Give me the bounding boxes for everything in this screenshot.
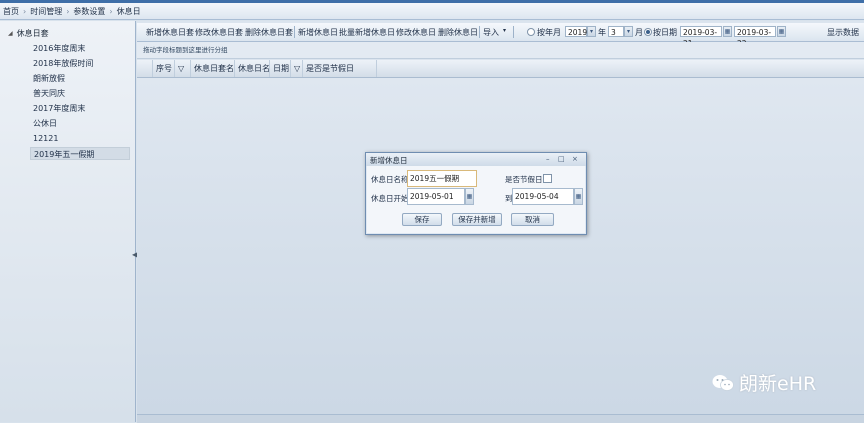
breadcrumb-time-management[interactable]: 时间管理 [30,6,62,17]
rest-day-name-input[interactable]: 2019五一假期 [407,170,477,187]
breadcrumb-separator: › [23,6,27,16]
name-label: 休息日名称 [371,175,409,184]
date-to-input[interactable]: 2019-03-22 [734,26,776,48]
batch-add-rest-day-button[interactable]: 批量新增休息日 [339,27,395,38]
breadcrumb: 首页 › 时间管理 › 参数设置 › 休息日 [0,3,864,20]
toolbar-divider [513,26,514,38]
filter-icon[interactable]: ▽ [175,60,191,77]
end-date-input[interactable]: 2019-05-04 [512,188,574,205]
year-spinner[interactable]: ▾ [587,26,596,37]
calendar-icon[interactable]: ▦ [574,188,583,205]
toolbar-divider [479,26,480,38]
year-unit: 年 [598,28,606,37]
minimize-icon[interactable]: – [546,155,550,163]
calendar-icon[interactable]: ▦ [465,188,474,205]
column-header[interactable]: 序号 [153,60,175,77]
by-date-radio[interactable] [644,28,652,36]
month-unit: 月 [635,28,643,37]
column-header[interactable]: 日期 [270,60,291,77]
by-date-label: 按日期 [653,28,677,37]
breadcrumb-separator: › [66,6,70,16]
wechat-logo-icon [712,374,734,391]
by-month-radio[interactable] [527,28,535,36]
toolbar: 新增休息日套 修改休息日套 删除休息日套 新增休息日 批量新增休息日 修改休息日… [137,23,864,48]
close-icon[interactable]: × [572,155,578,163]
start-label: 休息日开始 [371,194,409,203]
holiday-label: 是否节假日 [505,175,543,184]
maximize-icon[interactable]: □ [558,155,565,163]
calendar-icon[interactable]: ▦ [723,26,732,37]
delete-rest-day-button[interactable]: 删除休息日 [438,27,478,38]
delete-rest-set-button[interactable]: 删除休息日套 [245,27,293,38]
tree-item[interactable]: 普天同庆 [30,87,130,100]
holiday-checkbox[interactable] [543,174,552,183]
import-dropdown-icon[interactable]: ▾ [503,27,506,34]
tree-root-label: 休息日套 [16,29,49,38]
grid-spacer [137,60,153,77]
breadcrumb-separator: › [109,6,113,16]
tree-item[interactable]: 2018年放假时间 [30,57,130,70]
breadcrumb-parameter-settings[interactable]: 参数设置 [73,6,105,17]
date-from-input[interactable]: 2019-03-21 [680,26,722,48]
year-input[interactable]: 2019 [565,26,587,37]
start-date-input[interactable]: 2019-05-01 [407,188,465,205]
tree-item-selected[interactable]: 2019年五一假期 [30,147,130,160]
toolbar-divider [294,26,295,38]
watermark: 朗新eHR [712,369,816,396]
add-rest-day-button[interactable]: 新增休息日 [298,27,338,38]
save-and-new-button[interactable]: 保存并新增 [452,213,502,226]
month-spinner[interactable]: ▾ [624,26,633,37]
month-input[interactable]: 3 [608,26,624,37]
grid-body [137,78,864,414]
watermark-text: 朗新eHR [739,373,817,395]
save-button[interactable]: 保存 [402,213,442,226]
tree-root[interactable]: ◢ 休息日套 [8,28,49,39]
show-data-button[interactable]: 显示数据 [827,27,859,38]
dialog-title: 新增休息日 [370,156,408,165]
sidebar-tree: ◢ 休息日套 2016年度周末 2018年放假时间 朗新放假 普天同庆 2017… [0,21,138,422]
tree-item[interactable]: 公休日 [30,117,130,130]
column-header[interactable]: 是否是节假日 [303,60,377,77]
tree-item[interactable]: 朗新放假 [30,72,130,85]
group-by-hint[interactable]: 拖动字段标题到这里进行分组 [137,42,864,59]
edit-rest-day-button[interactable]: 修改休息日 [396,27,436,38]
import-button[interactable]: 导入 [483,27,499,38]
add-rest-set-button[interactable]: 新增休息日套 [146,27,194,38]
breadcrumb-current: 休息日 [116,6,141,16]
column-header[interactable]: 休息日套名 [191,60,235,77]
tree-item[interactable]: 2016年度周末 [30,42,130,55]
expand-arrow-icon[interactable]: ◢ [8,30,13,37]
breadcrumb-home[interactable]: 首页 [3,6,19,17]
grid-header: 序号 ▽ 休息日套名 休息日名 日期 ▽ 是否是节假日 [137,60,864,78]
by-month-label: 按年月 [537,28,561,37]
tree-item[interactable]: 12121 [30,132,130,145]
add-rest-day-dialog: 新增休息日 – □ × 休息日名称 2019五一假期 是否节假日 休息日开始 2… [365,152,587,235]
edit-rest-set-button[interactable]: 修改休息日套 [195,27,243,38]
filter-icon[interactable]: ▽ [291,60,303,77]
dialog-title-bar[interactable]: 新增休息日 – □ × [366,153,586,166]
column-header[interactable]: 休息日名 [235,60,270,77]
tree-item[interactable]: 2017年度周末 [30,102,130,115]
calendar-icon[interactable]: ▦ [777,26,786,37]
cancel-button[interactable]: 取消 [511,213,554,226]
